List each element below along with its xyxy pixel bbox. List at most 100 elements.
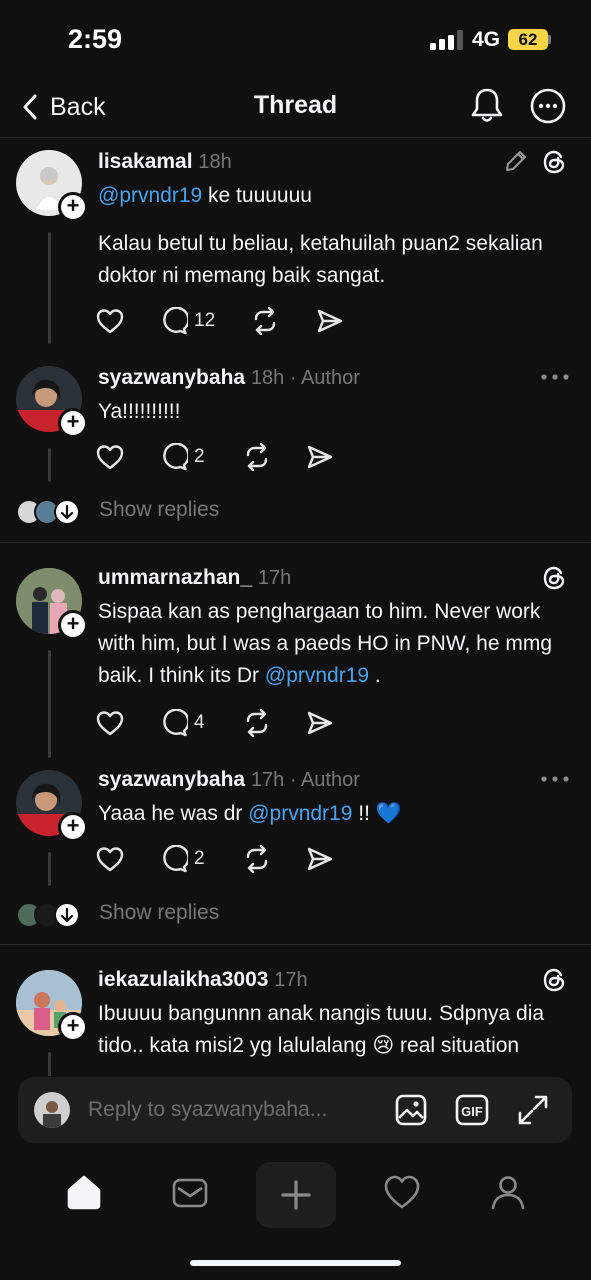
reply-input[interactable]: Reply to syazwanybaha... [88,1098,327,1122]
inbox-icon[interactable] [170,1172,210,1212]
network-label: 4G [472,28,501,51]
post-text: Yaaa he was dr @prvndr19 !! 💙 [98,802,402,825]
username[interactable]: lisakamal 18h [98,150,232,174]
send-icon [307,445,333,469]
reply-count: 2 [194,446,205,467]
svg-text:GIF: GIF [461,1104,483,1119]
reply-button[interactable]: 12 [160,306,215,336]
reply-button[interactable]: 2 [160,844,205,874]
profile-icon[interactable] [488,1172,528,1212]
send-icon [307,847,333,871]
plus-icon [281,1180,311,1210]
battery-nub [548,35,551,44]
divider [0,944,591,945]
share-button[interactable] [306,708,334,738]
threads-logo-icon[interactable] [540,148,568,176]
bell-icon[interactable] [470,86,504,124]
create-post-button[interactable] [256,1162,336,1228]
repost-button[interactable] [242,844,272,874]
image-icon[interactable] [394,1093,428,1127]
heart-icon [96,847,124,872]
show-replies-button[interactable]: Show replies [0,895,591,935]
status-bar: 2:59 4G 62 [0,0,591,80]
send-icon [307,711,333,735]
reply-avatars [16,902,80,928]
post-text: @prvndr19 ke tuuuuuu [98,184,312,207]
comment-icon [163,845,188,873]
edit-icon[interactable] [503,148,529,174]
nav-bar: Back Thread [0,80,591,138]
divider [0,542,591,543]
share-button[interactable] [306,844,334,874]
like-button[interactable] [96,306,124,336]
reply-avatars [16,499,80,525]
repost-button[interactable] [242,708,272,738]
username[interactable]: syazwanybaha 18h · Author [98,366,360,390]
show-replies-button[interactable]: Show replies [0,492,591,532]
thread-line [48,650,51,758]
more-dots-icon[interactable] [540,372,570,382]
share-button[interactable] [316,306,344,336]
post-text: Ibuuuu bangunnn anak nangis tuuu. Sdpnya… [98,1002,545,1057]
post-meta: 17h [274,969,308,991]
post-meta: 18h · Author [250,367,360,389]
threads-logo-icon[interactable] [540,966,568,994]
repost-icon [246,443,268,471]
repost-icon [246,845,268,873]
repost-icon [246,709,268,737]
post-paragraph: Kalau betul tu beliau, ketahuilah puan2 … [98,232,543,287]
show-replies-label: Show replies [99,901,220,924]
follow-button[interactable]: + [58,610,88,640]
heart-icon [96,309,124,334]
mention-link[interactable]: @prvndr19 [98,184,202,207]
signal-icon [430,30,463,50]
comment-icon [163,443,188,471]
post-text: Sispaa kan as penghargaan to him. Never … [98,600,553,687]
heart-icon [96,445,124,470]
heart-icon[interactable] [382,1172,422,1212]
more-options-icon[interactable] [530,88,566,124]
post-actions: 2 [96,442,356,472]
post-meta: 18h [198,151,232,173]
tab-bar [0,1158,591,1238]
repost-button[interactable] [250,306,280,336]
post-meta: 17h [257,567,292,589]
follow-button[interactable]: + [58,192,88,222]
like-button[interactable] [96,442,124,472]
username[interactable]: ummarnazhan_ 17h [98,566,291,590]
repost-icon [254,307,276,335]
back-label: Back [50,92,106,121]
battery-icon: 62 [508,29,548,50]
post-meta: 17h · Author [250,769,360,791]
gif-icon[interactable]: GIF [455,1093,489,1127]
like-button[interactable] [96,708,124,738]
reply-button[interactable]: 4 [160,708,205,738]
status-time: 2:59 [68,24,123,54]
expand-icon[interactable] [516,1093,550,1127]
threads-logo-icon[interactable] [540,564,568,592]
reply-post: + syazwanybaha 18h · Author Ya!!!!!!!!!!… [0,356,591,496]
home-indicator [190,1260,401,1266]
post-actions: 2 [96,844,356,874]
thread-line [48,232,51,344]
like-button[interactable] [96,844,124,874]
follow-button[interactable]: + [58,812,88,842]
back-button[interactable]: Back [22,90,106,124]
mention-link[interactable]: @prvndr19 [248,802,352,825]
send-icon [317,309,343,333]
reply-button[interactable]: 2 [160,442,205,472]
share-button[interactable] [306,442,334,472]
mention-link[interactable]: @prvndr19 [265,664,369,687]
page-title: Thread [253,91,338,119]
username[interactable]: iekazulaikha3003 17h [98,968,308,992]
follow-button[interactable]: + [58,408,88,438]
repost-button[interactable] [242,442,272,472]
username[interactable]: syazwanybaha 17h · Author [98,768,360,792]
reply-composer[interactable]: Reply to syazwanybaha... GIF [18,1077,572,1143]
reply-post: + ummarnazhan_ 17h Sispaa kan as penghar… [0,558,591,764]
home-icon[interactable] [64,1172,104,1212]
follow-button[interactable]: + [58,1012,88,1042]
thread-line [48,448,51,482]
more-dots-icon[interactable] [540,774,570,784]
comment-icon [163,307,188,335]
